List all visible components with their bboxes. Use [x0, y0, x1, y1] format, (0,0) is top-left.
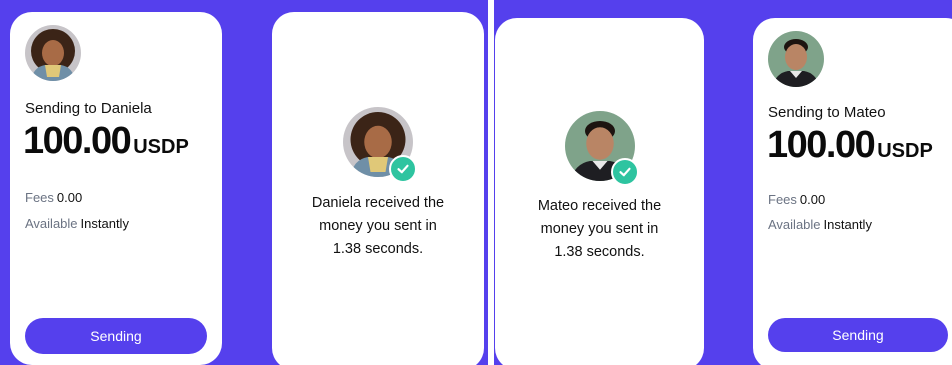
- available-value: Instantly: [823, 217, 872, 232]
- amount-display: 100.00 USDP: [23, 120, 189, 163]
- fees-label: Fees: [25, 190, 54, 205]
- fees-row: Fees 0.00: [25, 190, 82, 205]
- receipt-message: Mateo received the money you sent in 1.3…: [495, 195, 704, 264]
- available-value: Instantly: [80, 216, 129, 231]
- amount-value: 100.00: [23, 120, 132, 162]
- receipt-line: money you sent in: [319, 218, 437, 234]
- receipt-line: money you sent in: [540, 221, 659, 237]
- receipt-line: Mateo received the: [537, 198, 662, 214]
- fees-row: Fees 0.00: [768, 192, 825, 207]
- left-panel: Sending to Daniela 100.00 USDP Fees 0.00 A…: [0, 0, 488, 365]
- receipt-message: Daniela received the money you sent in 1…: [272, 192, 484, 261]
- amount-display: 100.00 USDP: [767, 124, 933, 167]
- available-row: Available Instantly: [25, 216, 129, 231]
- daniela-avatar: [25, 25, 81, 81]
- send-card-daniela: Sending to Daniela 100.00 USDP Fees 0.00 A…: [10, 12, 222, 365]
- check-icon: [611, 158, 639, 186]
- available-label: Available: [768, 217, 821, 232]
- amount-value: 100.00: [767, 124, 876, 166]
- receipt-card-daniela: Daniela received the money you sent in 1…: [272, 12, 484, 365]
- sending-button[interactable]: Sending: [768, 318, 948, 352]
- sending-button[interactable]: Sending: [25, 318, 207, 354]
- receipt-line: Daniela received the: [311, 195, 445, 211]
- receipt-line: 1.38 seconds.: [554, 244, 645, 260]
- available-row: Available Instantly: [768, 217, 872, 232]
- send-card-mateo: Sending to Mateo 100.00 USDP Fees 0.00 Ava…: [753, 18, 952, 365]
- sending-title: Sending to Mateo: [768, 104, 886, 121]
- fees-value: 0.00: [56, 190, 83, 205]
- check-icon: [389, 155, 417, 183]
- fees-label: Fees: [768, 192, 797, 207]
- amount-currency: USDP: [877, 140, 933, 162]
- amount-currency: USDP: [133, 136, 189, 158]
- sending-title: Sending to Daniela: [25, 100, 152, 117]
- receipt-line: 1.38 seconds.: [332, 241, 424, 257]
- mateo-avatar: [768, 31, 824, 87]
- receipt-card-mateo: Mateo received the money you sent in 1.3…: [495, 18, 704, 365]
- available-label: Available: [25, 216, 78, 231]
- fees-value: 0.00: [799, 192, 826, 207]
- right-panel: Mateo received the money you sent in 1.3…: [494, 0, 952, 365]
